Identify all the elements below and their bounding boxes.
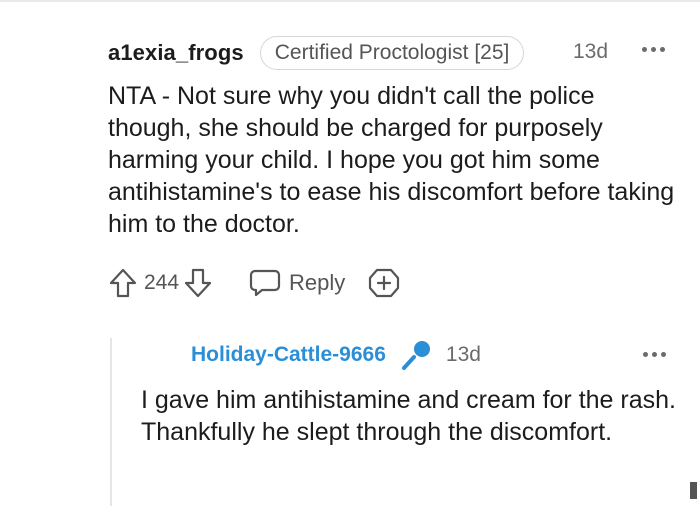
more-options-icon[interactable] bbox=[641, 350, 669, 360]
comment-action-bar: 244 Reply bbox=[108, 265, 401, 301]
comment-username[interactable]: a1exia_frogs bbox=[108, 40, 244, 66]
reply-label: Reply bbox=[289, 270, 346, 295]
reply-timestamp: 13d bbox=[445, 343, 481, 366]
downvote-icon[interactable] bbox=[183, 267, 213, 299]
comment-body: NTA - Not sure why you didn't call the p… bbox=[108, 82, 675, 238]
user-flair: Certified Proctologist [25] bbox=[259, 36, 525, 70]
reply-body: I gave him antihistamine and cream for t… bbox=[141, 386, 676, 446]
reply-username[interactable]: Holiday-Cattle-9666 bbox=[191, 343, 386, 367]
top-divider bbox=[0, 0, 700, 2]
comment-header: a1exia_frogs Certified Proctologist [25] bbox=[108, 34, 525, 72]
more-options-icon[interactable] bbox=[640, 45, 668, 55]
award-icon[interactable] bbox=[367, 266, 401, 300]
reply-icon bbox=[249, 268, 281, 298]
thread-line[interactable] bbox=[110, 338, 112, 506]
upvote-icon[interactable] bbox=[108, 267, 138, 299]
reply-button[interactable]: Reply bbox=[249, 268, 345, 298]
vote-count: 244 bbox=[144, 271, 180, 294]
op-microphone-icon bbox=[400, 339, 434, 371]
comment-timestamp: 13d bbox=[573, 40, 609, 63]
reply-header: Holiday-Cattle-9666 13d bbox=[191, 336, 481, 374]
scrollbar-thumb[interactable] bbox=[690, 482, 697, 499]
